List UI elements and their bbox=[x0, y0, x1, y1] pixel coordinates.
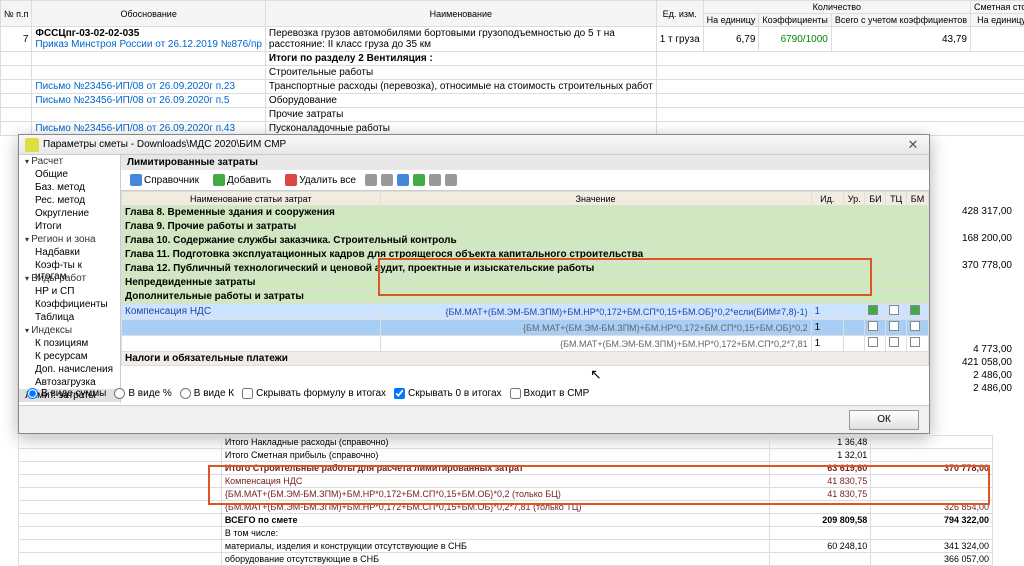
tree-item[interactable]: К позициям bbox=[19, 337, 120, 350]
tree-item[interactable]: Округление bbox=[19, 207, 120, 220]
limited-costs-table[interactable]: Наименование статьи затрат Значение Ид. … bbox=[121, 191, 929, 366]
tree-item[interactable]: К ресурсам bbox=[19, 350, 120, 363]
col-cost-grp: Сметная стоимость в базисном/текущем уро… bbox=[971, 1, 1024, 14]
check-in-smr[interactable]: Входит в СМР bbox=[510, 388, 590, 399]
tree-item[interactable]: Рес. метод bbox=[19, 194, 120, 207]
close-icon[interactable]: ✕ bbox=[903, 137, 923, 153]
table-row[interactable]: {БМ.МАТ+(БМ.ЭМ-БМ.ЗПМ)+БМ.НР*0,172+БМ.СП… bbox=[122, 336, 929, 352]
radio-sum[interactable]: В виде суммы bbox=[27, 388, 106, 399]
checkbox-bm[interactable] bbox=[910, 305, 920, 315]
delete-all-button[interactable]: Удалить все bbox=[280, 172, 361, 188]
table-row[interactable]: {БМ.МАТ+(БМ.ЭМ-БМ.ЗПМ)+БМ.НР*0,172+БМ.СП… bbox=[122, 320, 929, 336]
grid-row[interactable]: 7 ФССЦпг-03-02-02-035Приказ Минстроя Рос… bbox=[1, 27, 1024, 52]
tree-item[interactable]: Коэффициенты bbox=[19, 298, 120, 311]
tree-group-calc[interactable]: Расчет bbox=[19, 155, 120, 168]
help-button[interactable]: Справочник bbox=[125, 172, 204, 188]
tool-icon[interactable] bbox=[429, 174, 441, 186]
radio-percent[interactable]: В виде % bbox=[114, 388, 171, 399]
dialog-title-bar[interactable]: Параметры сметы - Downloads\МДС 2020\БИМ… bbox=[19, 135, 929, 155]
col-qty-grp: Количество bbox=[703, 1, 970, 14]
tree-group-indices[interactable]: Индексы bbox=[19, 324, 120, 337]
checkbox-bm[interactable] bbox=[910, 321, 920, 331]
checkbox-tc[interactable] bbox=[889, 321, 899, 331]
col-basis: Обоснование bbox=[32, 1, 266, 27]
checkbox-bi[interactable] bbox=[868, 305, 878, 315]
radio-coef[interactable]: В виде К bbox=[180, 388, 234, 399]
tree-item[interactable]: Коэф-ты к итогам bbox=[19, 259, 120, 272]
book-icon bbox=[130, 174, 142, 186]
arrow-down-icon[interactable] bbox=[413, 174, 425, 186]
app-icon bbox=[25, 138, 39, 152]
tool-icon[interactable] bbox=[381, 174, 393, 186]
estimate-params-dialog: Параметры сметы - Downloads\МДС 2020\БИМ… bbox=[18, 134, 930, 434]
tree-group-region[interactable]: Регион и зона bbox=[19, 233, 120, 246]
checkbox-tc[interactable] bbox=[889, 337, 899, 347]
tree-item[interactable]: Баз. метод bbox=[19, 181, 120, 194]
tree-item[interactable]: НР и СП bbox=[19, 285, 120, 298]
main-grid[interactable]: № п.п Обоснование Наименование Ед. изм. … bbox=[0, 0, 1024, 136]
dialog-title: Параметры сметы - Downloads\МДС 2020\БИМ… bbox=[43, 139, 286, 150]
checkbox-bi[interactable] bbox=[868, 337, 878, 347]
ok-button[interactable]: ОК bbox=[849, 410, 919, 430]
x-icon bbox=[285, 174, 297, 186]
checkbox-bi[interactable] bbox=[868, 321, 878, 331]
col-name: Наименование bbox=[265, 1, 656, 27]
tree-item[interactable]: Общие bbox=[19, 168, 120, 181]
tool-icon[interactable] bbox=[365, 174, 377, 186]
add-button[interactable]: Добавить bbox=[208, 172, 276, 188]
col-unit: Ед. изм. bbox=[656, 1, 703, 27]
arrow-up-icon[interactable] bbox=[397, 174, 409, 186]
checkbox-tc[interactable] bbox=[889, 305, 899, 315]
tree-group-worktypes[interactable]: Виды работ bbox=[19, 272, 120, 285]
toolbar: Справочник Добавить Удалить все bbox=[121, 170, 929, 191]
dialog-footer: В виде суммы В виде % В виде К Скрывать … bbox=[19, 383, 929, 403]
checkbox-bm[interactable] bbox=[910, 337, 920, 347]
nav-tree[interactable]: Расчет Общие Баз. метод Рес. метод Округ… bbox=[19, 155, 121, 403]
tree-item[interactable]: Надбавки bbox=[19, 246, 120, 259]
tree-item[interactable]: Доп. начисления bbox=[19, 363, 120, 376]
tree-item[interactable]: Таблица bbox=[19, 311, 120, 324]
table-row[interactable]: Компенсация НДС {БМ.МАТ+(БМ.ЭМ-БМ.ЗПМ)+Б… bbox=[122, 304, 929, 320]
check-hide-zero[interactable]: Скрывать 0 в итогах bbox=[394, 388, 502, 399]
tool-icon[interactable] bbox=[445, 174, 457, 186]
section-header: Лимитированные затраты bbox=[121, 155, 929, 170]
check-hide-formula[interactable]: Скрывать формулу в итогах bbox=[242, 388, 386, 399]
summary-grid: Итого Накладные расходы (справочно)1 36,… bbox=[18, 435, 993, 566]
col-num: № п.п bbox=[1, 1, 32, 27]
plus-icon bbox=[213, 174, 225, 186]
tree-item[interactable]: Итоги bbox=[19, 220, 120, 233]
